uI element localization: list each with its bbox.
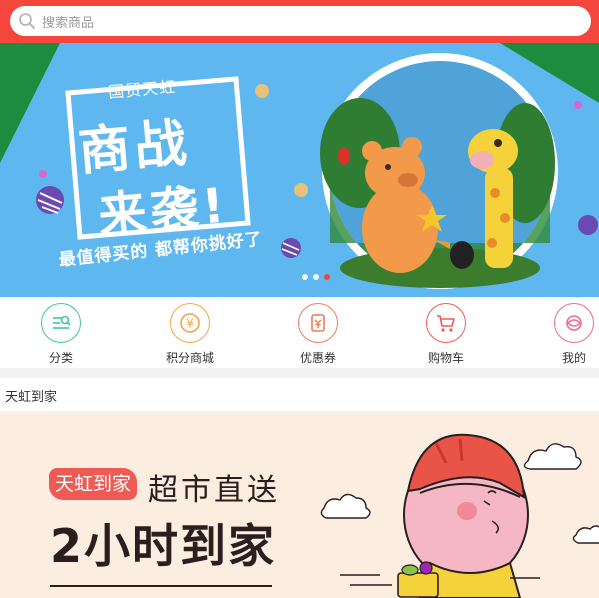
promo-headline: 超市直送 [148, 473, 280, 508]
section-title: 天虹到家 [5, 390, 58, 405]
carousel-dot-active[interactable] [324, 274, 330, 280]
promo-banner[interactable]: 天虹到家 超市直送 2小时到家 [0, 413, 599, 598]
category-icon [41, 303, 81, 343]
nav-label: 积分商城 [165, 351, 214, 365]
section-divider [0, 368, 599, 378]
top-bar: 搜索商品 [0, 0, 599, 43]
banner-carousel[interactable]: 国贸天虹 商战 来袭! 最值得买的 都帮你挑好了 [0, 43, 599, 297]
nav-label: 我的 [561, 351, 586, 365]
search-icon [19, 13, 35, 29]
nav-label: 优惠券 [299, 351, 336, 365]
svg-text:¥: ¥ [186, 317, 194, 331]
nav-label: 购物车 [427, 351, 464, 365]
nav-item-cart[interactable]: 购物车 [406, 303, 486, 366]
cart-icon [426, 303, 466, 343]
nav-item-coupons[interactable]: 优惠券 [278, 303, 358, 366]
nav-item-category[interactable]: 分类 [21, 303, 101, 366]
yen-coin-icon: ¥ [170, 303, 210, 343]
carousel-dot[interactable] [302, 274, 308, 280]
nav-label: 分类 [48, 351, 73, 365]
nav-item-points-mall[interactable]: ¥ 积分商城 [150, 303, 230, 366]
quick-nav: 分类 ¥ 积分商城 优惠券 购物车 我的 [0, 297, 599, 368]
profile-icon [554, 303, 594, 343]
coupon-icon [298, 303, 338, 343]
search-input[interactable]: 搜索商品 [10, 6, 591, 36]
carousel-indicator [302, 274, 330, 280]
promo-tag: 天虹到家 [49, 468, 138, 500]
carousel-dot[interactable] [313, 274, 319, 280]
search-placeholder: 搜索商品 [42, 15, 95, 31]
promo-subheadline: 2小时到家 [50, 519, 277, 573]
nav-item-profile[interactable]: 我的 [534, 303, 599, 366]
promo-underline [50, 585, 272, 587]
